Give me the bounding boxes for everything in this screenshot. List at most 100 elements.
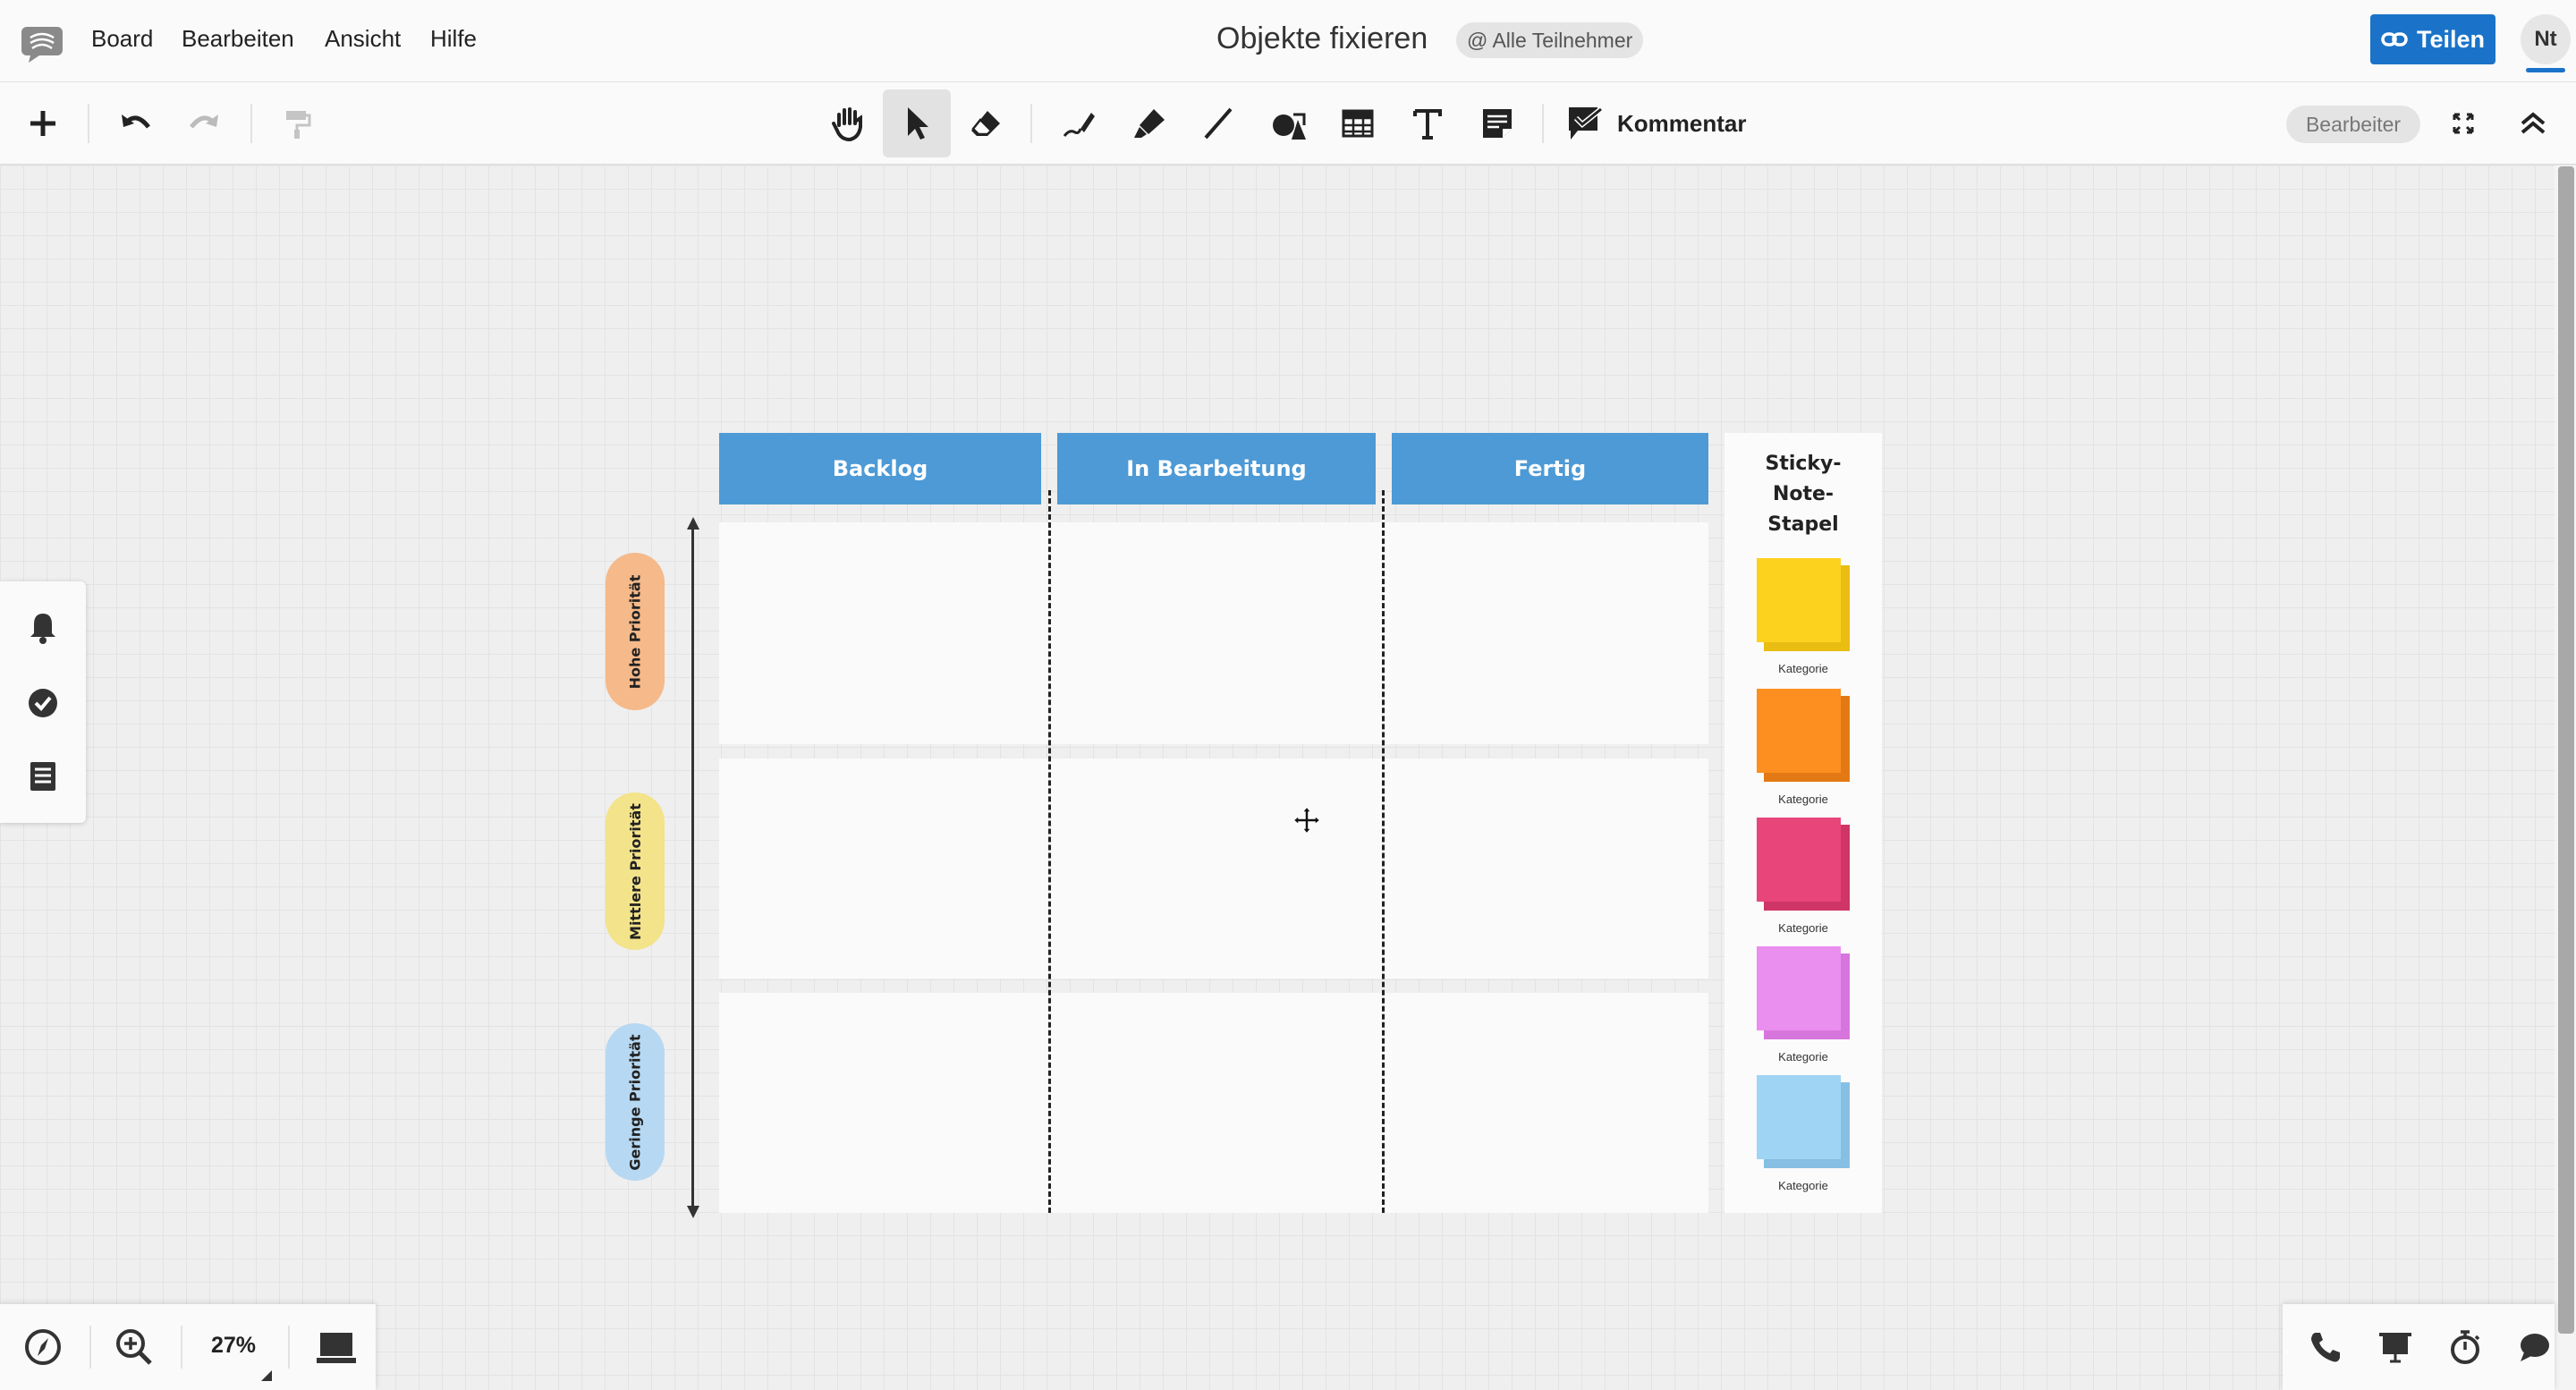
column-label: Backlog	[832, 456, 928, 481]
toolbar: Kommentar Bearbeiter	[0, 82, 2576, 165]
sticky-stack-title: Sticky- Note- Stapel	[1724, 449, 1882, 540]
axis-arrow-down-icon	[687, 1206, 699, 1218]
sticky-stack-title-line: Sticky-	[1765, 453, 1842, 475]
format-painter-button[interactable]	[263, 89, 331, 157]
column-header-done[interactable]: Fertig	[1392, 433, 1708, 504]
menu-bar: Board Bearbeiten Ansicht Hilfe Objekte f…	[0, 0, 2576, 82]
hand-icon	[832, 107, 862, 142]
share-button[interactable]: Teilen	[2370, 14, 2496, 64]
fullscreen-icon	[2453, 113, 2474, 134]
swimlane-medium[interactable]	[719, 759, 1708, 979]
sticky-stack-yellow[interactable]	[1757, 558, 1852, 653]
sticky-face	[1757, 689, 1841, 773]
sticky-stack-violet[interactable]	[1757, 946, 1852, 1041]
pen-icon	[1063, 113, 1095, 137]
menu-ansicht[interactable]: Ansicht	[325, 25, 401, 53]
line-icon	[1204, 107, 1233, 140]
priority-label-low[interactable]: Geringe Priorität	[606, 1023, 665, 1181]
plus-icon	[30, 111, 55, 136]
line-tool[interactable]	[1184, 89, 1252, 157]
chat-icon[interactable]	[2515, 1327, 2555, 1367]
pen-tool[interactable]	[1045, 89, 1113, 157]
comment-button[interactable]: Kommentar	[1565, 100, 1746, 147]
undo-icon	[122, 114, 150, 129]
shape-tool[interactable]	[1254, 89, 1322, 157]
sticky-face	[1757, 946, 1841, 1030]
add-button[interactable]	[9, 89, 77, 157]
bar-separator	[89, 1326, 91, 1369]
priority-label-high[interactable]: Hohe Priorität	[606, 553, 665, 710]
comment-label: Kommentar	[1617, 109, 1747, 137]
swimlane-high[interactable]	[719, 522, 1708, 744]
comment-check-icon	[1569, 106, 1603, 140]
swimlane-low[interactable]	[719, 993, 1708, 1213]
note-icon	[1483, 109, 1512, 138]
column-divider	[1382, 490, 1385, 1213]
phone-icon[interactable]	[2306, 1327, 2345, 1367]
sticky-stack-pink[interactable]	[1757, 818, 1852, 912]
bar-separator	[181, 1326, 182, 1369]
vertical-scrollbar-thumb[interactable]	[2558, 166, 2574, 1334]
sticky-stack-orange[interactable]	[1757, 689, 1852, 784]
sticky-label: Kategorie	[1778, 921, 1828, 935]
priority-text: Hohe Priorität	[626, 574, 644, 689]
eraser-icon	[971, 111, 1000, 136]
bar-separator	[288, 1326, 290, 1369]
highlighter-tool[interactable]	[1114, 89, 1182, 157]
menu-bearbeiten[interactable]: Bearbeiten	[182, 25, 294, 53]
compass-icon[interactable]	[21, 1326, 64, 1369]
presentation-icon[interactable]	[2376, 1327, 2415, 1367]
priority-label-medium[interactable]: Mittlere Priorität	[606, 792, 665, 950]
text-icon	[1413, 109, 1442, 140]
list-icon[interactable]	[23, 757, 63, 796]
sticky-face	[1757, 1075, 1841, 1159]
priority-axis	[691, 522, 694, 1213]
table-icon	[1342, 109, 1374, 138]
eraser-tool[interactable]	[952, 89, 1020, 157]
avatar-indicator	[2526, 68, 2565, 72]
link-icon	[2381, 32, 2408, 47]
toolbar-separator	[250, 104, 252, 143]
priority-text: Geringe Priorität	[626, 1033, 644, 1171]
left-side-panel	[0, 581, 86, 823]
hand-tool[interactable]	[814, 89, 882, 157]
select-tool[interactable]	[883, 89, 951, 157]
user-avatar[interactable]: Nt	[2521, 14, 2571, 64]
app-logo-icon[interactable]	[20, 23, 64, 63]
board-title[interactable]: Objekte fixieren	[1216, 21, 1428, 56]
sticky-face	[1757, 558, 1841, 642]
toolbar-separator	[1542, 104, 1544, 143]
table-tool[interactable]	[1324, 89, 1392, 157]
collapse-toolbar-button[interactable]	[2499, 89, 2567, 157]
redo-button[interactable]	[170, 89, 238, 157]
redo-icon	[190, 114, 218, 129]
toolbar-separator	[88, 104, 89, 143]
presentation-screen-icon[interactable]	[315, 1326, 358, 1369]
sticky-note-tool[interactable]	[1463, 89, 1531, 157]
share-label: Teilen	[2416, 25, 2486, 53]
bell-icon[interactable]	[23, 608, 63, 648]
text-tool[interactable]	[1394, 89, 1462, 157]
sticky-stack-title-line: Note-	[1772, 483, 1835, 505]
sticky-face	[1757, 818, 1841, 902]
sticky-note-stack-panel: Sticky- Note- Stapel Kategorie Kategorie…	[1724, 433, 1882, 1213]
sticky-label: Kategorie	[1778, 1050, 1828, 1064]
check-circle-icon[interactable]	[23, 683, 63, 723]
column-header-in-progress[interactable]: In Bearbeitung	[1057, 433, 1376, 504]
menu-hilfe[interactable]: Hilfe	[430, 25, 477, 53]
sticky-stack-title-line: Stapel	[1767, 513, 1839, 536]
column-label: In Bearbeitung	[1126, 456, 1307, 481]
shapes-icon	[1273, 113, 1306, 140]
sticky-stack-blue[interactable]	[1757, 1075, 1852, 1170]
participants-badge[interactable]: @ Alle Teilnehmer	[1456, 22, 1644, 58]
highlighter-icon	[1134, 109, 1165, 138]
timer-icon[interactable]	[2445, 1327, 2485, 1367]
fullscreen-button[interactable]	[2429, 89, 2497, 157]
menu-board[interactable]: Board	[91, 25, 153, 53]
zoom-in-icon[interactable]	[113, 1326, 156, 1369]
zoom-level[interactable]: 27%	[211, 1333, 256, 1359]
column-header-backlog[interactable]: Backlog	[719, 433, 1041, 504]
undo-button[interactable]	[102, 89, 170, 157]
sticky-label: Kategorie	[1778, 662, 1828, 675]
zoom-dropdown-icon[interactable]	[261, 1370, 272, 1381]
